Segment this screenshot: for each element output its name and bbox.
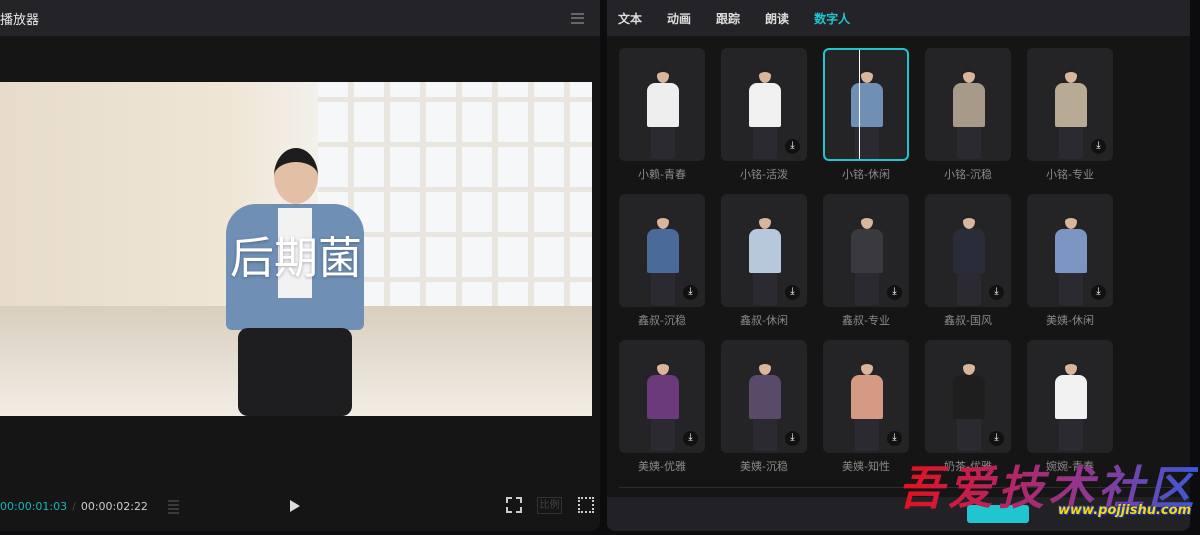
avatar-figure (647, 68, 679, 159)
avatar-item[interactable]: ⤓ 美姨-休闲 (1027, 194, 1113, 340)
avatar-item[interactable]: ⤓ 鑫叔-国风 (925, 194, 1011, 340)
download-icon[interactable]: ⤓ (683, 285, 698, 300)
avatar-label: 鑫叔-专业 (842, 314, 890, 327)
watermark-url: www.pojjishu.com (1058, 503, 1192, 518)
download-icon[interactable]: ⤓ (887, 285, 902, 300)
download-icon[interactable]: ⤓ (989, 431, 1004, 446)
avatar-item[interactable]: 小赖-青春 (619, 48, 705, 194)
avatar-thumbnail[interactable]: ⤓ (721, 340, 807, 453)
avatar-grid: 小赖-青春 ⤓ 小铭-活泼 小铭-休闲 小铭-沉稳 ⤓ 小铭-专业 ⤓ 鑫叔-沉稳 ⤓ 鑫叔-休闲 ⤓… (619, 48, 1113, 486)
avatar-label: 美姨-优雅 (638, 460, 686, 473)
avatar-label: 美姨-知性 (842, 460, 890, 473)
fullscreen-icon[interactable] (578, 497, 594, 513)
tab-1[interactable]: 动画 (667, 10, 691, 27)
avatar-thumbnail[interactable] (823, 48, 909, 161)
download-icon[interactable]: ⤓ (887, 431, 902, 446)
avatar-thumbnail[interactable]: ⤓ (721, 48, 807, 161)
download-icon[interactable]: ⤓ (989, 285, 1004, 300)
avatar-thumbnail[interactable]: ⤓ (1027, 48, 1113, 161)
tab-bar: 文本 动画 跟踪 朗读 数字人 (607, 0, 1190, 36)
avatar-item[interactable]: 小铭-休闲 (823, 48, 909, 194)
avatar-item[interactable]: ⤓ 鑫叔-休闲 (721, 194, 807, 340)
avatar-item[interactable]: ⤓ 鑫叔-专业 (823, 194, 909, 340)
playback-controls: 00:00:01:03 / 00:00:02:22 比例 (0, 495, 600, 517)
avatar-thumbnail[interactable] (925, 48, 1011, 161)
tab-2[interactable]: 跟踪 (716, 10, 740, 27)
avatar-item[interactable]: ⤓ 美姨-知性 (823, 340, 909, 486)
avatar-thumbnail[interactable]: ⤓ (619, 194, 705, 307)
avatar-label: 小铭-沉稳 (944, 168, 992, 181)
player-title: 播放器 (0, 12, 40, 28)
video-preview[interactable]: 后期菌 (0, 82, 592, 416)
avatar-label: 小铭-专业 (1046, 168, 1094, 181)
avatar-figure (953, 68, 985, 159)
avatar-label: 小铭-活泼 (740, 168, 788, 181)
video-caption: 后期菌 (230, 233, 362, 284)
tab-3[interactable]: 朗读 (765, 10, 789, 27)
avatar-label: 鑫叔-沉稳 (638, 314, 686, 327)
avatar-thumbnail[interactable]: ⤓ (823, 340, 909, 453)
ratio-button[interactable]: 比例 (537, 497, 562, 514)
avatar-item[interactable]: ⤓ 美姨-优雅 (619, 340, 705, 486)
download-icon[interactable]: ⤓ (1091, 139, 1106, 154)
player-header: 播放器 (0, 0, 600, 36)
avatar-figure (851, 68, 883, 159)
avatar-item[interactable]: 小铭-沉稳 (925, 48, 1011, 194)
menu-icon[interactable] (571, 12, 584, 24)
avatar-label: 美姨-休闲 (1046, 314, 1094, 327)
avatar-item[interactable]: ⤓ 美姨-沉稳 (721, 340, 807, 486)
avatar-figure (953, 360, 985, 451)
avatar-thumbnail[interactable] (619, 48, 705, 161)
avatar-label: 小铭-休闲 (842, 168, 890, 181)
avatar-figure (851, 360, 883, 451)
download-icon[interactable]: ⤓ (683, 431, 698, 446)
timeline-grid-icon[interactable] (159, 498, 179, 514)
avatar-item[interactable]: ⤓ 鑫叔-沉稳 (619, 194, 705, 340)
avatar-label: 小赖-青春 (638, 168, 686, 181)
avatar-figure (1055, 68, 1087, 159)
avatar-figure (953, 214, 985, 305)
avatar-item[interactable]: ⤓ 小铭-活泼 (721, 48, 807, 194)
total-time: 00:00:02:22 (80, 499, 148, 513)
avatar-figure (1055, 214, 1087, 305)
avatar-thumbnail[interactable]: ⤓ (823, 194, 909, 307)
avatar-figure (749, 68, 781, 159)
avatar-thumbnail[interactable] (1027, 340, 1113, 453)
download-icon[interactable]: ⤓ (1091, 285, 1106, 300)
tab-4[interactable]: 数字人 (814, 10, 850, 27)
avatar-thumbnail[interactable]: ⤓ (721, 194, 807, 307)
download-icon[interactable]: ⤓ (785, 139, 800, 154)
avatar-label: 美姨-沉稳 (740, 460, 788, 473)
download-icon[interactable]: ⤓ (785, 285, 800, 300)
avatar-label: 鑫叔-休闲 (740, 314, 788, 327)
avatar-thumbnail[interactable]: ⤓ (619, 340, 705, 453)
avatar-item[interactable]: ⤓ 小铭-专业 (1027, 48, 1113, 194)
zoom-fit-icon[interactable] (506, 497, 522, 513)
avatar-figure (647, 360, 679, 451)
avatar-label: 鑫叔-国风 (944, 314, 992, 327)
time-separator: / (72, 499, 76, 513)
avatar-thumbnail[interactable]: ⤓ (1027, 194, 1113, 307)
tab-0[interactable]: 文本 (618, 10, 642, 27)
avatar-figure (749, 360, 781, 451)
avatar-figure (749, 214, 781, 305)
avatar-thumbnail[interactable]: ⤓ (925, 194, 1011, 307)
play-icon[interactable] (290, 500, 300, 512)
avatar-figure (1055, 360, 1087, 451)
player-panel: 播放器 后期菌 00:00:01:03 / 00:00:02:22 比例 (0, 0, 600, 531)
avatar-figure (851, 214, 883, 305)
download-icon[interactable]: ⤓ (785, 431, 800, 446)
avatar-thumbnail[interactable]: ⤓ (925, 340, 1011, 453)
avatar-figure (647, 214, 679, 305)
current-time: 00:00:01:03 (0, 499, 68, 513)
